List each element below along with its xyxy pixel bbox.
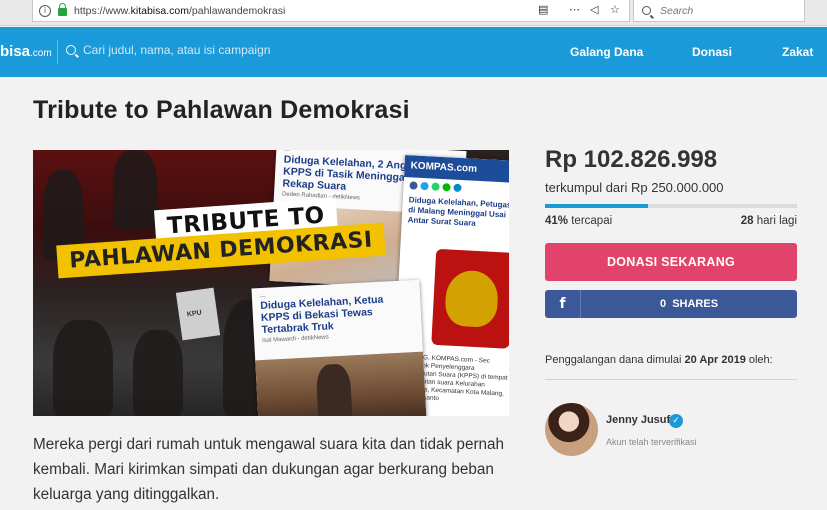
browser-search-box[interactable]: Search bbox=[633, 0, 805, 22]
nav-link-galang-dana[interactable]: Galang Dana bbox=[570, 45, 643, 59]
site-logo[interactable]: bisa.com bbox=[0, 43, 52, 60]
verified-check-icon: ✓ bbox=[669, 414, 683, 428]
line-icon bbox=[442, 183, 451, 192]
twitter-icon bbox=[420, 181, 429, 191]
page-actions-icon[interactable]: ⋯ bbox=[569, 3, 580, 16]
ballot-box: KPU bbox=[175, 287, 221, 341]
progress-fill bbox=[545, 204, 649, 208]
browser-search-placeholder: Search bbox=[660, 4, 694, 17]
bookmark-star-icon[interactable]: ☆ bbox=[610, 3, 620, 16]
kpu-logo bbox=[431, 248, 509, 349]
organizer-verified-text: Akun telah terverifikasi bbox=[606, 437, 697, 447]
hero-figure bbox=[53, 320, 113, 416]
pocket-icon[interactable]: ◁ bbox=[590, 3, 598, 16]
amount-collected: Rp 102.826.998 bbox=[545, 146, 718, 173]
nav-link-donasi[interactable]: Donasi bbox=[692, 45, 732, 59]
clipping-headline: Diduga Kelelahan, Petugas di Malang Meni… bbox=[407, 195, 509, 228]
news-clipping: — Diduga Kelelahan, Ketua KPPS di Bekasi… bbox=[251, 279, 427, 416]
url-text[interactable]: https://www.kitabisa.com/pahlawandemokra… bbox=[74, 5, 285, 17]
days-remaining: 28 hari lagi bbox=[740, 215, 797, 227]
facebook-share-button[interactable]: f 0 SHARES bbox=[545, 290, 797, 318]
campaign-search-input[interactable]: Cari judul, nama, atau isi campaign bbox=[83, 43, 270, 57]
search-icon bbox=[642, 6, 651, 15]
target-amount: terkumpul dari Rp 250.000.000 bbox=[545, 180, 724, 195]
campaign-title: Tribute to Pahlawan Demokrasi bbox=[33, 96, 410, 124]
browser-toolbar: i https://www.kitabisa.com/pahlawandemok… bbox=[0, 0, 827, 26]
campaign-start-info: Penggalangan dana dimulai 20 Apr 2019 ol… bbox=[545, 354, 773, 366]
facebook-icon bbox=[409, 181, 418, 190]
header-divider bbox=[57, 40, 58, 64]
organizer-name[interactable]: Jenny Jusuf bbox=[606, 414, 670, 426]
site-header: bisa.com Cari judul, nama, atau isi camp… bbox=[0, 27, 827, 77]
campaign-hero-image: KPU — Diduga Kelelahan, 2 Anggota KPPS d… bbox=[33, 150, 509, 416]
facebook-icon: f bbox=[545, 290, 581, 318]
whatsapp-icon bbox=[431, 182, 440, 191]
clipping-headline: Diduga Kelelahan, Ketua KPPS di Bekasi T… bbox=[260, 293, 384, 337]
site-info-icon[interactable]: i bbox=[39, 4, 51, 17]
telegram-icon bbox=[453, 183, 462, 193]
hero-figure bbox=[113, 150, 157, 230]
organizer-avatar[interactable] bbox=[545, 403, 598, 456]
hero-figure bbox=[133, 330, 183, 416]
reader-view-icon[interactable]: ▤ bbox=[538, 3, 548, 16]
lock-icon bbox=[58, 3, 67, 16]
percent-reached: 41% tercapai bbox=[545, 215, 613, 227]
search-icon[interactable] bbox=[66, 45, 76, 55]
progress-bar bbox=[545, 204, 797, 208]
divider bbox=[545, 379, 797, 380]
nav-link-zakat[interactable]: Zakat bbox=[782, 45, 813, 59]
campaign-description: Mereka pergi dari rumah untuk mengawal s… bbox=[33, 436, 505, 503]
share-count: 0 SHARES bbox=[659, 298, 719, 310]
donate-now-button[interactable]: DONASI SEKARANG bbox=[545, 243, 797, 281]
